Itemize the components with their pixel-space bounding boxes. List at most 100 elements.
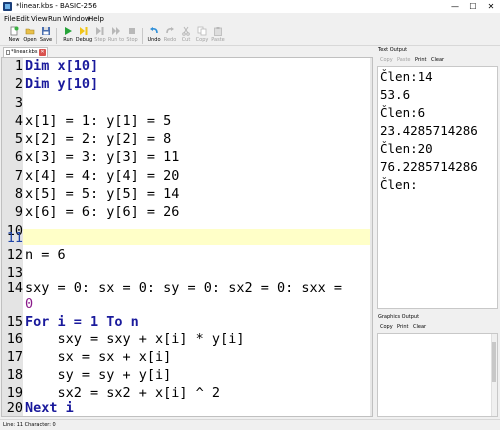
tab-label: *linear.kbs (11, 49, 38, 55)
toolbar-stop-button[interactable]: Stop (124, 25, 140, 46)
output-line: Člen: (380, 177, 418, 192)
graphics-output-title: Graphics Output (375, 313, 500, 322)
code-line: x[4] = 4: y[4] = 20 (25, 168, 180, 184)
maximize-button[interactable]: ☐ (464, 0, 482, 13)
line-number: 19 (6, 385, 23, 401)
output-line: Člen:14 (380, 69, 433, 84)
line-number: 3 (14, 95, 23, 111)
menu-view[interactable]: View (31, 13, 48, 25)
run-play-icon (65, 27, 72, 35)
output-line: Člen:20 (380, 141, 433, 156)
text-output-paste-button[interactable]: Paste (397, 55, 411, 65)
line-number: 13 (6, 265, 23, 281)
new-file-icon (10, 26, 19, 36)
code-line: n = 6 (25, 247, 66, 263)
status-bar: Line: 11 Character: 0 (0, 419, 500, 430)
code-line: sx2 = sx2 + x[i] ^ 2 (25, 385, 221, 401)
app-window: *linear.kbs - BASIC-256 — ☐ ✕ File Edit … (0, 0, 500, 430)
close-button[interactable]: ✕ (482, 0, 500, 13)
line-number-current: 11 (6, 230, 23, 246)
line-number: 5 (14, 131, 23, 147)
graphics-output-toolbar: Copy Print Clear (375, 322, 500, 332)
tab-bar: *linear.kbs ✕ (0, 46, 374, 57)
redo-icon (166, 27, 174, 34)
line-number: 9 (14, 204, 23, 220)
title-bar: *linear.kbs - BASIC-256 — ☐ ✕ (0, 0, 500, 13)
debug-icon (80, 27, 88, 35)
line-number: 18 (6, 367, 23, 383)
code-line: sxy = 0: sx = 0: sy = 0: sx2 = 0: sxx = (25, 280, 342, 296)
app-icon (3, 2, 12, 11)
text-output-clear-button[interactable]: Clear (431, 55, 444, 65)
code-line: Dim x[10] (25, 58, 99, 74)
toolbar: New Open Save Run Debug Step Run to Stop… (0, 25, 500, 46)
toolbar-stop-label: Stop (126, 37, 138, 43)
graphics-output-print-button[interactable]: Print (397, 322, 409, 332)
graphics-output-clear-button[interactable]: Clear (413, 322, 426, 332)
code-line: For i = 1 To n (25, 314, 139, 330)
output-line: 53.6 (380, 87, 411, 102)
line-number: 20 (6, 400, 23, 416)
code-line: x[6] = 6: y[6] = 26 (25, 204, 180, 220)
line-number: 15 (6, 314, 23, 330)
code-editor[interactable]: 1 2 3 4 5 6 7 8 9 10 11 12 13 14 15 16 1… (1, 57, 373, 417)
open-folder-icon (25, 28, 35, 35)
code-line-wrapped: 0 (25, 296, 34, 312)
document-icon (6, 50, 10, 55)
toolbar-paste-button[interactable]: Paste (210, 25, 226, 46)
line-number: 4 (14, 113, 23, 129)
text-output-print-button[interactable]: Print (415, 55, 427, 65)
code-line: sx = sx + x[i] (25, 349, 172, 365)
code-line: Next i (25, 400, 74, 416)
menu-bar: File Edit View Run Window Help (0, 13, 500, 25)
save-disk-icon (42, 27, 50, 35)
output-line: Člen:6 (380, 105, 426, 120)
code-line: Dim y[10] (25, 76, 99, 92)
code-line: x[2] = 2: y[2] = 8 (25, 131, 172, 147)
line-number: 6 (14, 149, 23, 165)
line-number: 1 (14, 58, 23, 74)
code-line: x[1] = 1: y[1] = 5 (25, 113, 172, 129)
text-output-toolbar: Copy Paste Print Clear (375, 55, 500, 65)
line-number: 8 (14, 186, 23, 202)
text-output-copy-button[interactable]: Copy (380, 55, 393, 65)
editor-scrollbar[interactable] (370, 58, 372, 416)
menu-window[interactable]: Window (63, 13, 91, 25)
toolbar-save-label: Save (39, 37, 53, 43)
output-line: 23.4285714286 (380, 123, 478, 138)
toolbar-paste-label: Paste (211, 37, 225, 43)
current-line-highlight (23, 229, 372, 245)
output-line: 76.2285714286 (380, 159, 478, 174)
graphics-scrollbar[interactable] (491, 334, 497, 416)
tab-close-icon[interactable]: ✕ (39, 49, 46, 56)
line-number: 16 (6, 331, 23, 347)
line-number: 14 (6, 280, 23, 296)
line-number: 7 (14, 168, 23, 184)
toolbar-save-button[interactable]: Save (38, 25, 54, 46)
menu-edit[interactable]: Edit (16, 13, 30, 25)
tab-linear-kbs[interactable]: *linear.kbs ✕ (3, 47, 48, 57)
graphics-scrollbar-thumb[interactable] (492, 342, 496, 382)
copy-icon (197, 26, 207, 36)
window-title: *linear.kbs - BASIC-256 (16, 2, 97, 10)
graphics-output-canvas[interactable] (377, 333, 498, 417)
paste-icon (214, 27, 222, 36)
code-line: x[5] = 5: y[5] = 14 (25, 186, 180, 202)
run-to-icon (112, 27, 120, 35)
menu-help[interactable]: Help (88, 13, 104, 25)
code-line: sxy = sxy + x[i] * y[i] (25, 331, 245, 347)
line-number: 2 (14, 76, 23, 92)
menu-run[interactable]: Run (48, 13, 61, 25)
line-number: 17 (6, 349, 23, 365)
undo-icon (150, 27, 158, 34)
stop-icon (129, 28, 135, 34)
minimize-button[interactable]: — (446, 0, 464, 13)
text-output-title: Text Output (375, 46, 500, 55)
menu-file[interactable]: File (4, 13, 16, 25)
step-icon (96, 27, 104, 35)
code-line: sy = sy + y[i] (25, 367, 172, 383)
text-output-area[interactable]: Člen:14 53.6 Člen:6 23.4285714286 Člen:2… (377, 66, 498, 309)
graphics-output-copy-button[interactable]: Copy (380, 322, 393, 332)
line-number: 12 (6, 247, 23, 263)
cut-icon (182, 26, 190, 36)
